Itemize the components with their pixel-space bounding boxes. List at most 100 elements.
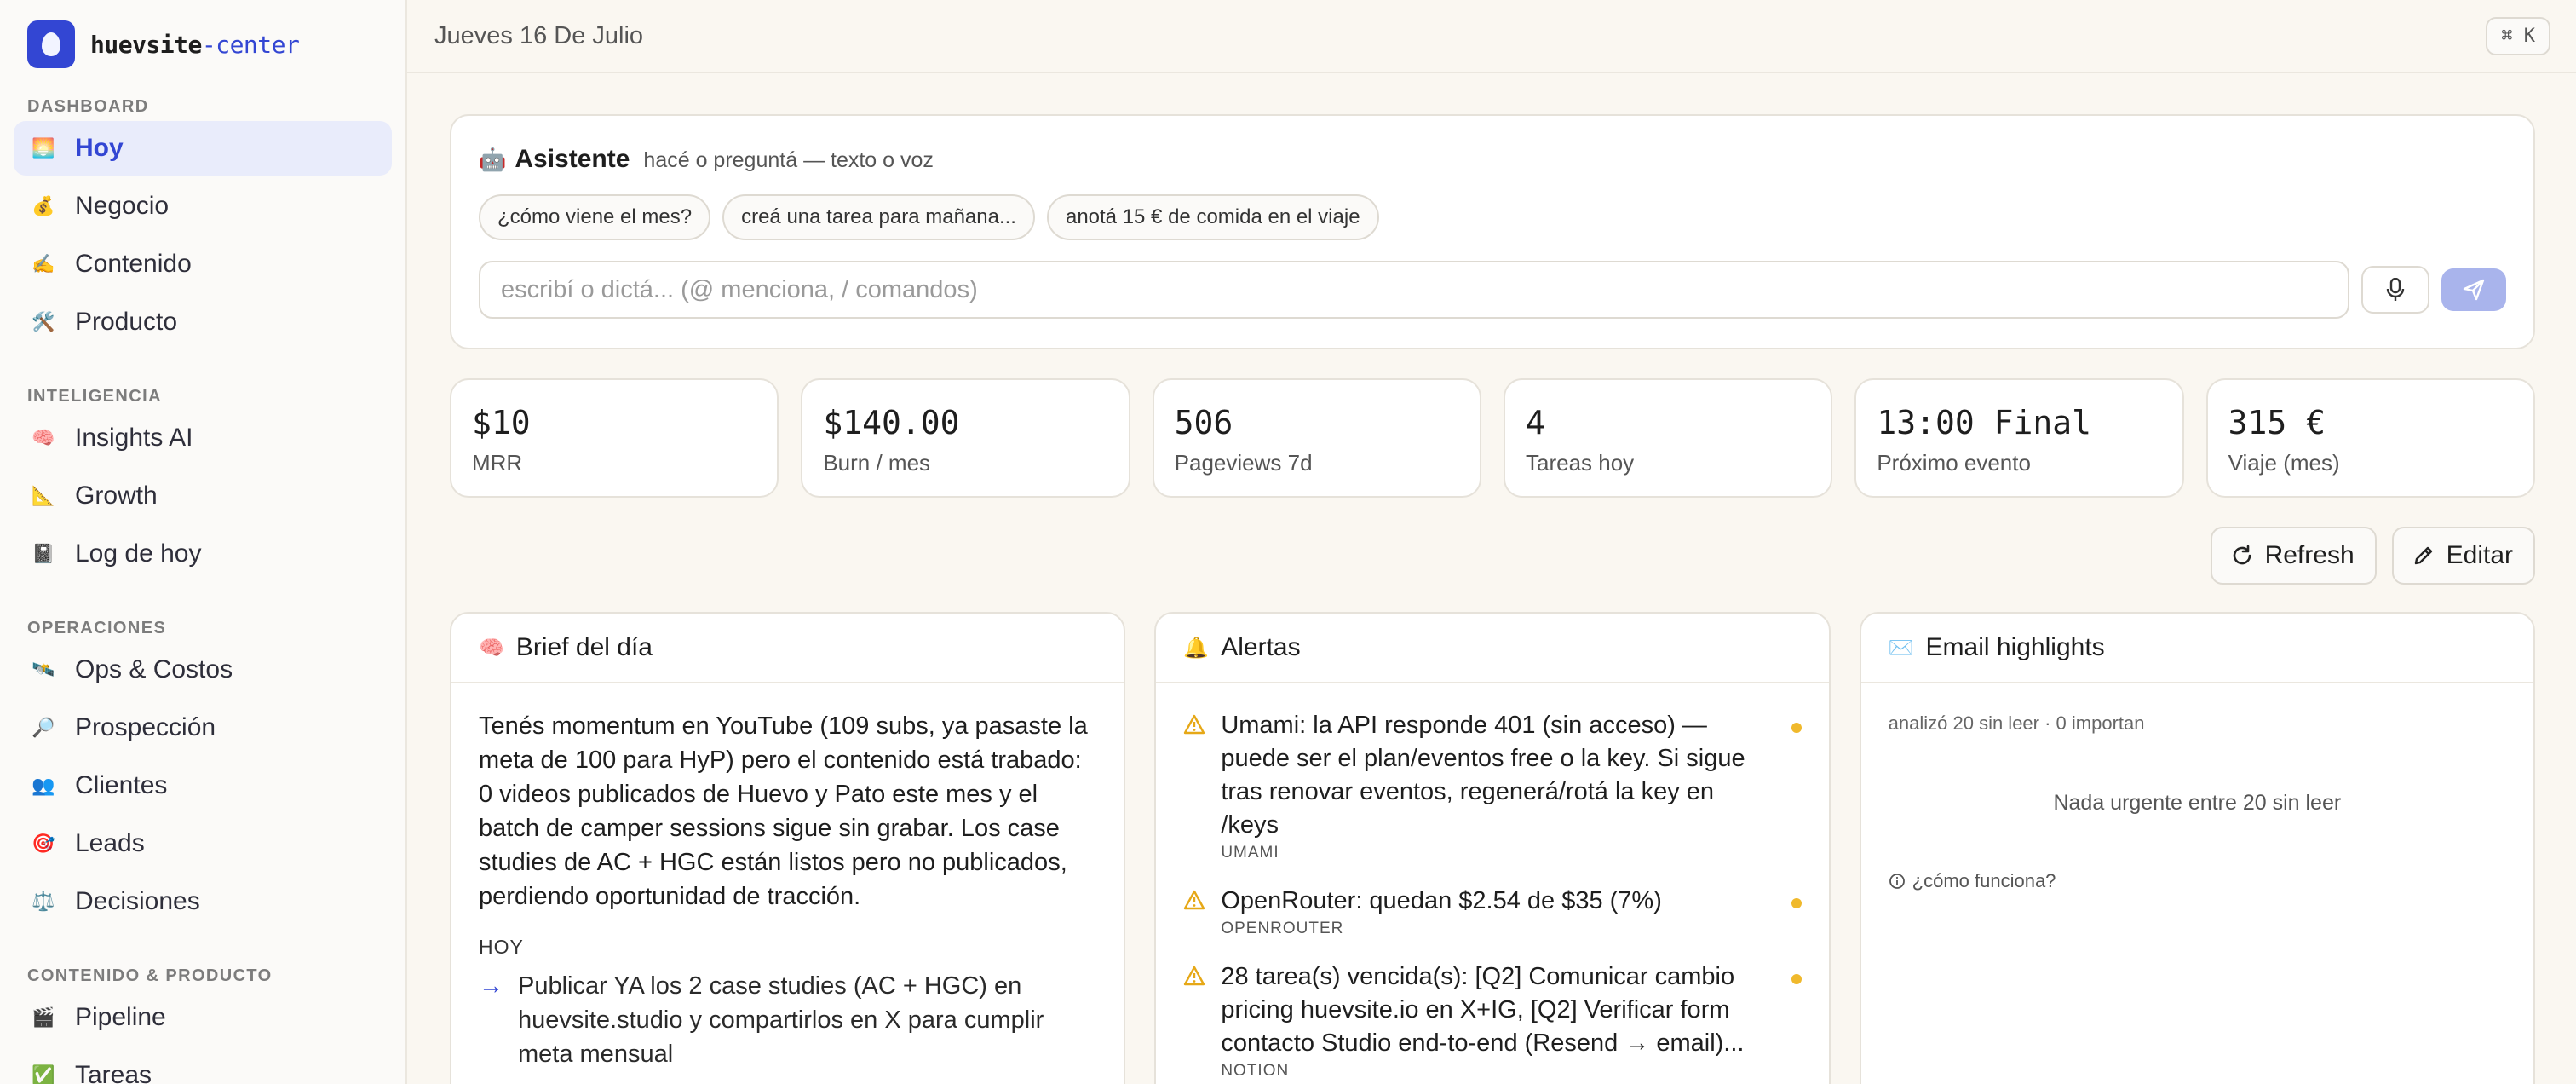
stat-value: 506	[1174, 404, 1233, 441]
brief-panel: 🧠 Brief del día Tenés momentum en YouTub…	[450, 612, 1126, 1084]
panel-title: Brief del día	[515, 633, 653, 661]
notebook-icon: 📓	[32, 543, 55, 564]
brand-name-primary: huevsite	[90, 30, 202, 59]
sidebar-item-log-de-hoy[interactable]: 📓 Log de hoy	[14, 527, 392, 581]
suggestion-chip[interactable]: anotá 15 € de comida en el viaje	[1046, 194, 1379, 240]
sidebar-item-ops-costos[interactable]: 🛰️ Ops & Costos	[14, 643, 392, 697]
sidebar-item-decisiones[interactable]: ⚖️ Decisiones	[14, 874, 392, 929]
topbar: Jueves 16 De Julio ⌘ K	[407, 0, 2576, 73]
sidebar-item-clientes[interactable]: 👥 Clientes	[14, 758, 392, 813]
brand[interactable]: huevsite-center	[14, 0, 392, 89]
alert-item[interactable]: OpenRouter: quedan $2.54 de $35 (7%) OPE…	[1183, 885, 1802, 938]
stat-value: 13:00 Final	[1877, 404, 2091, 441]
page-date: Jueves 16 De Julio	[434, 21, 644, 49]
warning-icon	[1183, 709, 1221, 862]
warning-icon	[1183, 885, 1221, 938]
alert-item[interactable]: 28 tarea(s) vencida(s): [Q2] Comunicar c…	[1183, 960, 1802, 1081]
sidebar-item-label: Clientes	[75, 771, 168, 799]
sidebar-item-insights-ai[interactable]: 🧠 Insights AI	[14, 411, 392, 465]
microphone-button[interactable]	[2361, 266, 2429, 314]
stat-label: Pageviews 7d	[1174, 450, 1313, 476]
triangle-ruler-icon: 📐	[32, 485, 55, 506]
satellite-icon: 🛰️	[32, 659, 55, 680]
email-meta: analizó 20 sin leer · 0 importan	[1888, 712, 2145, 734]
sidebar-item-label: Decisiones	[75, 887, 200, 915]
edit-label: Editar	[2446, 541, 2513, 569]
how-it-works-label: ¿cómo funciona?	[1912, 870, 2056, 891]
send-button[interactable]	[2441, 268, 2506, 311]
nav-section-title: INTELIGENCIA	[27, 387, 162, 406]
stat-card-tareas: 4 Tareas hoy	[1503, 378, 1833, 498]
stat-value: 4	[1525, 404, 1545, 441]
brief-action-text: Publicar YA los 2 case studies (AC + HGC…	[518, 972, 1044, 1068]
sidebar-item-label: Log de hoy	[75, 539, 202, 568]
sidebar-item-label: Prospección	[75, 713, 216, 741]
money-bag-icon: 💰	[32, 195, 55, 216]
stat-card-mrr: $10 MRR	[450, 378, 779, 498]
info-icon	[1889, 874, 1905, 889]
sidebar-item-tareas[interactable]: ✅ Tareas	[14, 1048, 392, 1084]
panel-title: Email highlights	[1925, 633, 2105, 661]
sidebar-item-prospeccion[interactable]: 🔎 Prospección	[14, 701, 392, 755]
how-it-works-link[interactable]: ¿cómo funciona?	[1889, 870, 2506, 892]
people-icon: 👥	[32, 775, 55, 796]
alert-source: UMAMI	[1221, 844, 1279, 862]
alert-text: OpenRouter: quedan $2.54 de $35 (7%)	[1221, 887, 1662, 914]
actions-bar: Refresh Editar	[450, 527, 2535, 585]
assistant-title: Asistente	[515, 145, 630, 173]
edit-button[interactable]: Editar	[2391, 527, 2535, 585]
robot-icon: 🤖	[479, 147, 507, 172]
suggestion-chip[interactable]: ¿cómo viene el mes?	[479, 194, 711, 240]
email-panel: ✉️ Email highlights analizó 20 sin leer …	[1859, 612, 2535, 1084]
alert-item[interactable]: Umami: la API responde 401 (sin acceso) …	[1183, 709, 1802, 862]
stats-row: $10 MRR $140.00 Burn / mes 506 Pageviews…	[450, 378, 2535, 498]
alert-source: NOTION	[1221, 1062, 1290, 1080]
brain-icon: 🧠	[479, 636, 504, 660]
stat-value: $10	[472, 404, 531, 441]
sidebar-item-pipeline[interactable]: 🎬 Pipeline	[14, 990, 392, 1045]
command-palette-shortcut[interactable]: ⌘ K	[2486, 16, 2550, 55]
microphone-icon	[2386, 278, 2405, 301]
brief-section-title: HOY	[479, 936, 524, 958]
brief-action-item: → Publicar YA los 2 case studies (AC + H…	[479, 969, 1096, 1071]
sidebar-item-label: Producto	[75, 308, 178, 336]
stat-label: MRR	[472, 450, 523, 476]
envelope-icon: ✉️	[1888, 636, 1914, 660]
check-box-icon: ✅	[32, 1064, 55, 1084]
assistant-subtitle: hacé o preguntá — texto o voz	[643, 148, 934, 172]
alert-source: OPENROUTER	[1221, 920, 1344, 937]
stat-label: Burn / mes	[823, 450, 931, 476]
scales-icon: ⚖️	[32, 891, 55, 912]
send-icon	[2463, 279, 2485, 301]
sidebar-item-contenido[interactable]: ✍️ Contenido	[14, 237, 392, 291]
unread-dot	[1791, 723, 1802, 733]
unread-dot	[1791, 974, 1802, 984]
tools-icon: 🛠️	[32, 311, 55, 332]
arrow-right-icon: →	[479, 972, 503, 1000]
sidebar-item-leads[interactable]: 🎯 Leads	[14, 816, 392, 871]
assistant-input[interactable]	[479, 261, 2349, 319]
sidebar-item-label: Contenido	[75, 250, 192, 278]
sidebar-item-negocio[interactable]: 💰 Negocio	[14, 179, 392, 234]
magnifier-icon: 🔎	[32, 717, 55, 738]
sidebar-item-hoy[interactable]: 🌅 Hoy	[14, 121, 392, 176]
stat-label: Tareas hoy	[1525, 450, 1635, 476]
alert-text: 28 tarea(s) vencida(s): [Q2] Comunicar c…	[1221, 963, 1745, 1057]
stat-card-proximo-evento: 13:00 Final Próximo evento	[1854, 378, 2184, 498]
sidebar-item-label: Growth	[75, 481, 158, 510]
stat-card-pageviews: 506 Pageviews 7d	[1152, 378, 1481, 498]
stat-label: Viaje (mes)	[2228, 450, 2340, 476]
brand-name: huevsite-center	[90, 30, 300, 59]
unread-dot	[1791, 898, 1802, 908]
brief-text: Tenés momentum en YouTube (109 subs, ya …	[479, 712, 1088, 910]
pencil-icon	[2414, 546, 2432, 565]
brain-icon: 🧠	[32, 427, 55, 448]
sidebar-item-producto[interactable]: 🛠️ Producto	[14, 295, 392, 349]
sidebar-item-growth[interactable]: 📐 Growth	[14, 469, 392, 523]
sunrise-icon: 🌅	[32, 137, 55, 159]
sidebar-item-label: Leads	[75, 829, 145, 857]
sidebar-item-label: Ops & Costos	[75, 655, 233, 683]
stat-card-burn: $140.00 Burn / mes	[801, 378, 1130, 498]
suggestion-chip[interactable]: creá una tarea para mañana...	[722, 194, 1035, 240]
refresh-button[interactable]: Refresh	[2210, 527, 2377, 585]
